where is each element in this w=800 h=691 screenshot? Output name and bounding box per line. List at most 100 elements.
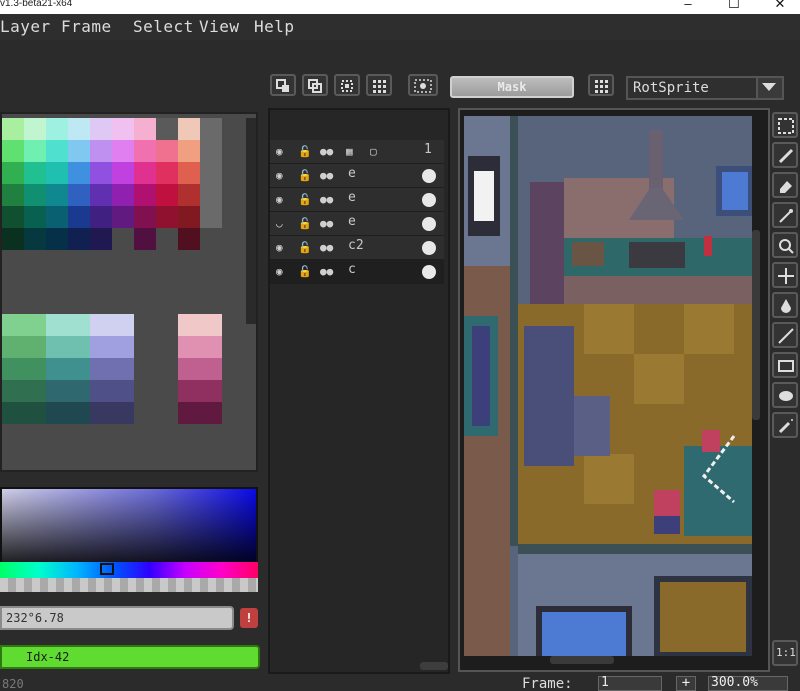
link-icon[interactable]: ●● [320, 145, 333, 158]
menu-frame[interactable]: Frame [61, 17, 112, 36]
palette-swatch[interactable] [2, 358, 46, 380]
eye-icon[interactable]: ◉ [276, 145, 283, 158]
palette-swatch[interactable] [68, 140, 90, 162]
palette-swatch[interactable] [112, 184, 134, 206]
palette-swatch[interactable] [200, 184, 222, 206]
palette-swatch[interactable] [178, 402, 222, 424]
layer-row[interactable]: ◉ 🔓 ●● e [270, 188, 444, 212]
palette-swatch[interactable] [46, 402, 90, 424]
palette-swatch[interactable] [2, 380, 46, 402]
canvas-vertical-scrollbar[interactable] [752, 230, 760, 420]
palette-swatch[interactable] [90, 206, 112, 228]
palette-swatch[interactable] [156, 162, 178, 184]
palette-swatch[interactable] [90, 140, 112, 162]
palette-swatch[interactable] [24, 228, 46, 250]
palette-swatch[interactable] [156, 118, 178, 140]
layer-row[interactable]: ◡ 🔓 ●● e [270, 212, 444, 236]
actual-size-button[interactable]: 1:1 [772, 640, 798, 666]
timeline-scrollbar[interactable] [420, 662, 448, 670]
palette-swatch[interactable] [68, 184, 90, 206]
palette-swatch[interactable] [24, 184, 46, 206]
eye-icon[interactable]: ◉ [276, 169, 283, 182]
palette-swatch[interactable] [90, 184, 112, 206]
palette-swatch[interactable] [156, 228, 178, 250]
palette-swatch[interactable] [2, 314, 46, 336]
cel-dot[interactable] [422, 265, 436, 279]
palette-swatch[interactable] [200, 206, 222, 228]
palette-swatch[interactable] [178, 184, 200, 206]
palette-swatch[interactable] [156, 206, 178, 228]
link-icon[interactable]: ●● [320, 241, 333, 254]
lock-icon[interactable]: 🔓 [298, 193, 312, 206]
layer-row[interactable]: ◉ 🔓 ●● e [270, 164, 444, 188]
lock-icon[interactable]: 🔓 [298, 169, 312, 182]
frame-input[interactable]: 1 [598, 676, 662, 691]
palette-swatch[interactable] [24, 206, 46, 228]
layer-group-icon[interactable]: ▦ [346, 145, 353, 158]
palette-swatch[interactable] [90, 228, 112, 250]
palette-swatch[interactable] [178, 118, 200, 140]
palette-swatch[interactable] [46, 162, 68, 184]
canvas-horizontal-scrollbar[interactable] [550, 656, 614, 664]
palette-swatch[interactable] [24, 118, 46, 140]
palette-swatch[interactable] [68, 206, 90, 228]
palette-swatch[interactable] [2, 162, 24, 184]
lock-icon[interactable]: 🔓 [298, 217, 312, 230]
palette-swatch[interactable] [134, 184, 156, 206]
palette-swatch[interactable] [112, 140, 134, 162]
warning-icon[interactable]: ! [240, 608, 258, 628]
palette-swatch[interactable] [112, 118, 134, 140]
add-frame-button[interactable]: + [676, 676, 696, 691]
fill-tool[interactable] [772, 292, 798, 318]
palette-swatch[interactable] [178, 140, 200, 162]
link-cels-button[interactable] [302, 74, 328, 96]
palette-swatch[interactable] [200, 140, 222, 162]
palette-swatch[interactable] [200, 118, 222, 140]
pixel-perfect-button[interactable] [408, 74, 438, 96]
eye-icon[interactable]: ◉ [276, 241, 283, 254]
palette-swatch[interactable] [46, 314, 90, 336]
palette-swatch[interactable] [90, 118, 112, 140]
eye-icon[interactable]: ◉ [276, 193, 283, 206]
palette-swatch[interactable] [90, 336, 134, 358]
palette-swatch[interactable] [46, 380, 90, 402]
palette-swatch[interactable] [178, 358, 222, 380]
palette-swatch[interactable] [134, 228, 156, 250]
palette-scrollbar[interactable] [246, 118, 256, 324]
hue-slider-handle[interactable] [100, 563, 114, 575]
palette-swatch[interactable] [178, 314, 222, 336]
lock-icon[interactable]: 🔓 [298, 241, 312, 254]
lock-icon[interactable]: 🔓 [298, 265, 312, 278]
palette-swatch[interactable] [24, 140, 46, 162]
palette-swatch[interactable] [156, 140, 178, 162]
rectangle-select-tool[interactable] [772, 112, 798, 138]
alpha-slider[interactable] [0, 578, 258, 592]
cel-dot[interactable] [422, 241, 436, 255]
palette-swatch[interactable] [112, 228, 134, 250]
close-button[interactable]: ✕ [760, 0, 800, 12]
link-icon[interactable]: ●● [320, 217, 333, 230]
move-tool[interactable] [772, 262, 798, 288]
palette-swatch[interactable] [178, 162, 200, 184]
palette-swatch[interactable] [68, 162, 90, 184]
link-icon[interactable]: ●● [320, 265, 333, 278]
palette-swatch[interactable] [2, 228, 24, 250]
menu-select[interactable]: Select [133, 17, 194, 36]
color-index-field[interactable]: Idx-42 [0, 645, 260, 669]
palette-swatch[interactable] [90, 358, 134, 380]
menu-layer[interactable]: Layer [0, 17, 51, 36]
palette-swatch[interactable] [112, 162, 134, 184]
palette-swatch[interactable] [46, 140, 68, 162]
palette-swatch[interactable] [46, 358, 90, 380]
maximize-button[interactable]: ☐ [714, 0, 754, 12]
palette-swatch[interactable] [156, 184, 178, 206]
eyedropper-tool[interactable] [772, 202, 798, 228]
cel-dot[interactable] [422, 217, 436, 231]
palette-swatch[interactable] [90, 402, 134, 424]
pencil-tool[interactable] [772, 142, 798, 168]
palette-swatch[interactable] [178, 228, 200, 250]
hsv-value-field[interactable]: 232°6.78 [0, 606, 234, 630]
rotation-algorithm-select[interactable]: RotSprite [626, 76, 784, 100]
palette-swatch[interactable] [134, 206, 156, 228]
menu-help[interactable]: Help [254, 17, 295, 36]
